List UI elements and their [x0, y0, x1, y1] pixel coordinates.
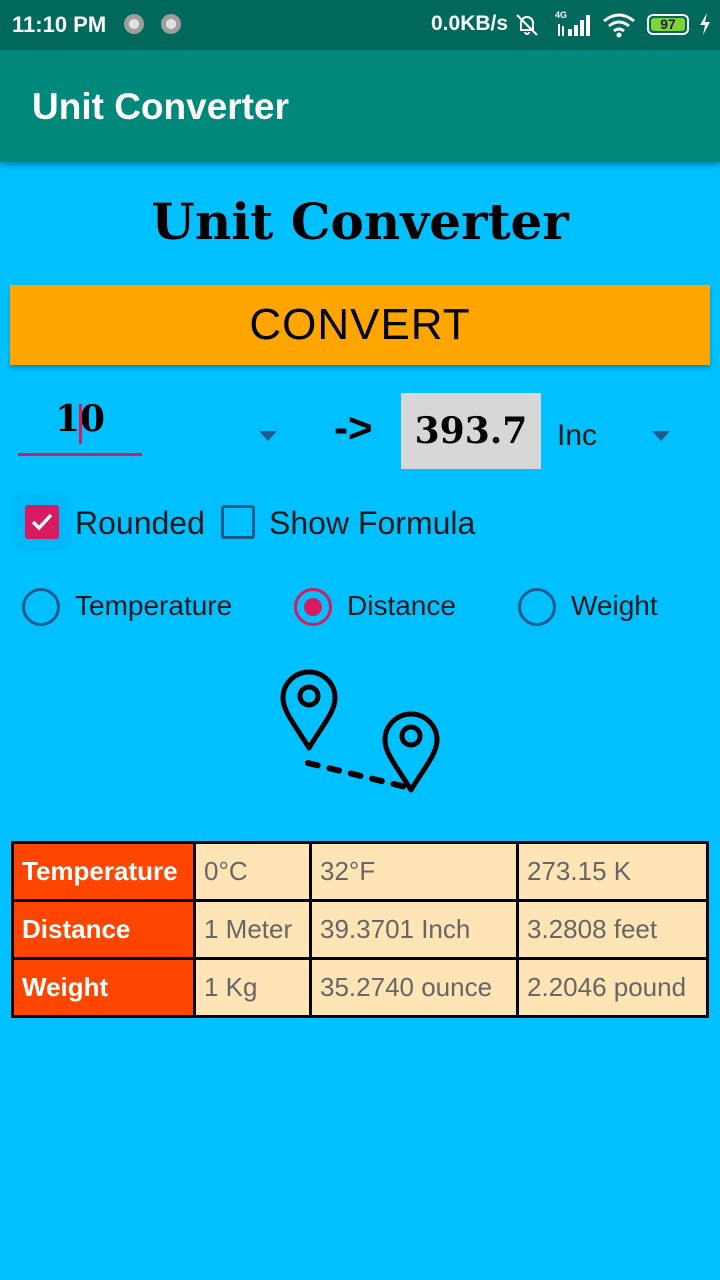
- table-cell: 273.15 K: [516, 841, 709, 902]
- status-bar: 11:10 PM 0.0KB/s 4G 97: [0, 0, 720, 50]
- distance-radio[interactable]: [294, 588, 332, 626]
- app-title: Unit Converter: [32, 86, 289, 127]
- battery-level: 97: [651, 17, 685, 31]
- weight-radio-label[interactable]: Weight: [571, 590, 658, 622]
- notification-icon: [161, 14, 181, 34]
- from-unit-dropdown-icon[interactable]: [259, 431, 277, 441]
- app-bar: Unit Converter: [0, 50, 720, 162]
- battery-icon: 97: [647, 14, 689, 35]
- show-formula-checkbox[interactable]: [221, 505, 255, 539]
- conversion-table: Temperature 0°C 32°F 273.15 K Distance 1…: [11, 841, 709, 1018]
- to-unit-dropdown-icon[interactable]: [652, 431, 670, 441]
- charging-icon: [700, 13, 710, 35]
- table-row: Distance 1 Meter 39.3701 Inch 3.2808 fee…: [11, 899, 709, 960]
- rounded-checkbox[interactable]: [25, 505, 59, 539]
- to-unit-select[interactable]: Inc: [557, 419, 597, 453]
- row-header: Weight: [11, 957, 196, 1018]
- table-cell: 32°F: [309, 841, 519, 902]
- table-cell: 39.3701 Inch: [309, 899, 519, 960]
- table-cell: 0°C: [193, 841, 312, 902]
- table-cell: 3.2808 feet: [516, 899, 709, 960]
- weight-radio[interactable]: [518, 588, 556, 626]
- table-cell: 1 Meter: [193, 899, 312, 960]
- table-cell: 1 Kg: [193, 957, 312, 1018]
- arrow-label: ->: [334, 404, 373, 451]
- mute-icon: [516, 14, 538, 36]
- row-header: Distance: [11, 899, 196, 960]
- result-value: 393.7: [401, 393, 541, 469]
- table-row: Temperature 0°C 32°F 273.15 K: [11, 841, 709, 902]
- table-cell: 35.2740 ounce: [309, 957, 519, 1018]
- network-speed: 0.0KB/s: [431, 12, 509, 35]
- table-row: Weight 1 Kg 35.2740 ounce 2.2046 pound: [11, 957, 709, 1018]
- wifi-icon: [603, 13, 635, 38]
- show-formula-label[interactable]: Show Formula: [269, 505, 475, 542]
- checkmark-icon: [31, 513, 53, 531]
- rounded-label[interactable]: Rounded: [75, 505, 205, 542]
- convert-button[interactable]: CONVERT: [10, 285, 710, 365]
- distance-pins-icon: [280, 669, 440, 793]
- distance-radio-label[interactable]: Distance: [347, 590, 456, 622]
- page-title: Unit Converter: [151, 192, 569, 251]
- table-cell: 2.2046 pound: [516, 957, 709, 1018]
- text-cursor: [79, 404, 82, 444]
- row-header: Temperature: [11, 841, 196, 902]
- status-time: 11:10 PM: [12, 12, 107, 37]
- temperature-radio[interactable]: [22, 588, 60, 626]
- signal-icon: [558, 15, 590, 36]
- notification-icon: [124, 14, 144, 34]
- temperature-radio-label[interactable]: Temperature: [75, 590, 232, 622]
